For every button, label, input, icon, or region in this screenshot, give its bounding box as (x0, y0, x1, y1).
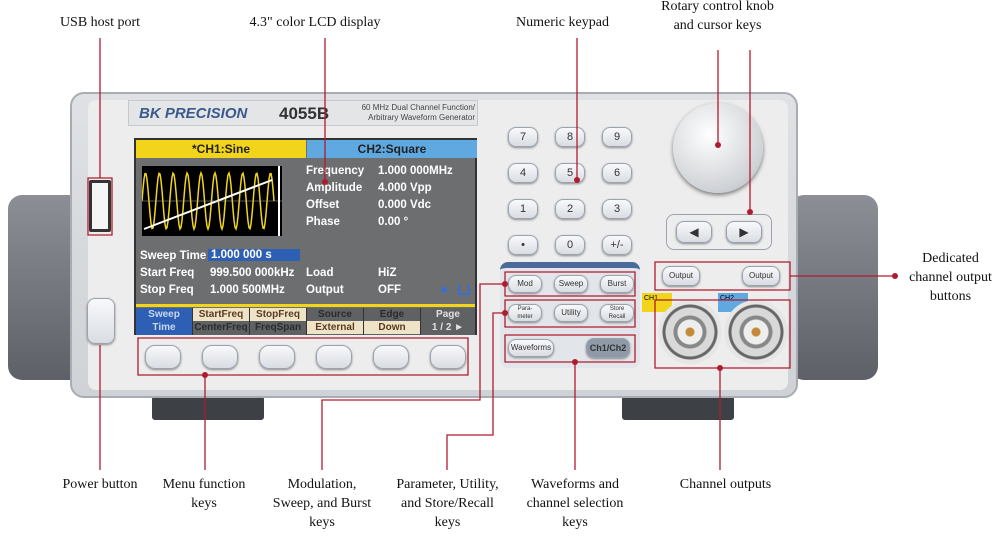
keypad-key[interactable]: 3 (602, 199, 632, 219)
callout-output-buttons: Dedicated channel output buttons (909, 251, 992, 304)
softkey-sweep-time[interactable]: Sweep Time (136, 308, 192, 335)
parameter-key[interactable]: Para- meter (508, 304, 542, 322)
param-amplitude-label: Amplitude (306, 182, 363, 194)
menu-function-key-5[interactable] (373, 345, 409, 369)
keypad-key[interactable]: 5 (555, 163, 585, 183)
keypad-key[interactable]: • (508, 235, 538, 255)
mod-key[interactable]: Mod (508, 275, 542, 293)
menu-function-key-3[interactable] (259, 345, 295, 369)
sweep-time-label: Sweep Time (140, 250, 207, 262)
keypad-key[interactable]: +/- (602, 235, 632, 255)
ch2-output-button[interactable]: Output (742, 266, 780, 286)
network-icon (458, 285, 470, 295)
store-recall-key[interactable]: Store Recall (600, 304, 634, 322)
stop-freq-value[interactable]: 1.000 500MHz (210, 284, 285, 296)
menu-function-key-4[interactable] (316, 345, 352, 369)
lcd-display: *CH1:Sine CH2:Square Frequency 1.000 000… (134, 138, 477, 335)
start-freq-label: Start Freq (140, 267, 195, 279)
cursor-left-key[interactable]: ◀ (676, 221, 712, 243)
output-value: OFF (378, 284, 401, 296)
keypad-key[interactable]: 6 (602, 163, 632, 183)
brand-bar: BK PRECISION 4055B 60 MHz Dual Channel F… (128, 100, 478, 126)
lock-icon: 🔒︎ (441, 283, 448, 295)
callout-channels: Channel outputs (679, 477, 772, 492)
model-number: 4055B (279, 104, 330, 123)
utility-key[interactable]: Utility (554, 304, 588, 322)
softkey-stop-freq[interactable]: StopFreq FreqSpan (249, 308, 306, 335)
sweep-time-value[interactable]: 1.000 000 s (208, 249, 300, 261)
output-label: Output (306, 284, 344, 296)
sweep-key[interactable]: Sweep (554, 275, 588, 293)
right-handle (790, 195, 878, 380)
ch1-output-button[interactable]: Output (662, 266, 700, 286)
callout-parameter: Parameter, Utility, and Store/Recall key… (396, 477, 499, 530)
rotary-knob[interactable] (673, 103, 763, 193)
tab-ch2[interactable]: CH2:Square (307, 140, 477, 158)
left-foot (152, 396, 264, 420)
param-amplitude-value[interactable]: 4.000 Vpp (378, 182, 432, 194)
param-phase-value[interactable]: 0.00 ° (378, 216, 408, 228)
model-description: 60 MHz Dual Channel Function/ Arbitrary … (361, 103, 475, 122)
menu-function-key-6[interactable] (430, 345, 466, 369)
menu-function-key-1[interactable] (145, 345, 181, 369)
load-value: HiZ (378, 267, 397, 279)
callout-lcd: 4.3" color LCD display (249, 15, 381, 30)
param-frequency-value[interactable]: 1.000 000MHz (378, 165, 453, 177)
brand-logo: BK PRECISION (139, 105, 248, 122)
cursor-right-key[interactable]: ▶ (726, 221, 762, 243)
callout-usb: USB host port (59, 15, 141, 30)
power-button[interactable] (87, 298, 115, 344)
callout-menu: Menu function keys (162, 477, 246, 511)
param-frequency-label: Frequency (306, 165, 365, 177)
tab-ch1[interactable]: *CH1:Sine (136, 140, 306, 158)
softkey-source[interactable]: Source External (306, 308, 363, 335)
param-offset-value[interactable]: 0.000 Vdc (378, 199, 431, 211)
callout-waveforms: Waveforms and channel selection keys (526, 477, 624, 530)
callout-power: Power button (62, 477, 138, 492)
waveform-preview (142, 166, 282, 236)
keypad-key[interactable]: 0 (555, 235, 585, 255)
keypad-key[interactable]: 9 (602, 127, 632, 147)
softkey-edge[interactable]: Edge Down (363, 308, 420, 335)
param-offset-label: Offset (306, 199, 340, 211)
callout-rotary: Rotary control knob and cursor keys (661, 0, 774, 33)
ch1-ch2-key[interactable]: Ch1/Ch2 (586, 338, 630, 358)
keypad-key[interactable]: 7 (508, 127, 538, 147)
callout-keypad: Numeric keypad (516, 15, 609, 30)
waveforms-key[interactable]: Waveforms (508, 339, 554, 357)
ch2-bnc-connector[interactable] (724, 300, 788, 364)
keypad-key[interactable]: 2 (555, 199, 585, 219)
keypad-key[interactable]: 8 (555, 127, 585, 147)
load-label: Load (306, 267, 334, 279)
softkey-start-freq[interactable]: StartFreq CenterFreq (192, 308, 249, 335)
param-phase-label: Phase (306, 216, 340, 228)
start-freq-value[interactable]: 999.500 000kHz (210, 267, 294, 279)
keypad-key[interactable]: 1 (508, 199, 538, 219)
ch1-bnc-connector[interactable] (658, 300, 722, 364)
callout-modulation: Modulation, Sweep, and Burst keys (272, 477, 372, 530)
burst-key[interactable]: Burst (600, 275, 634, 293)
stop-freq-label: Stop Freq (140, 284, 194, 296)
right-foot (622, 396, 734, 420)
menu-function-key-2[interactable] (202, 345, 238, 369)
usb-port[interactable] (89, 180, 111, 232)
softkey-page[interactable]: Page 1 / 2 ► (420, 308, 475, 335)
keypad-key[interactable]: 4 (508, 163, 538, 183)
